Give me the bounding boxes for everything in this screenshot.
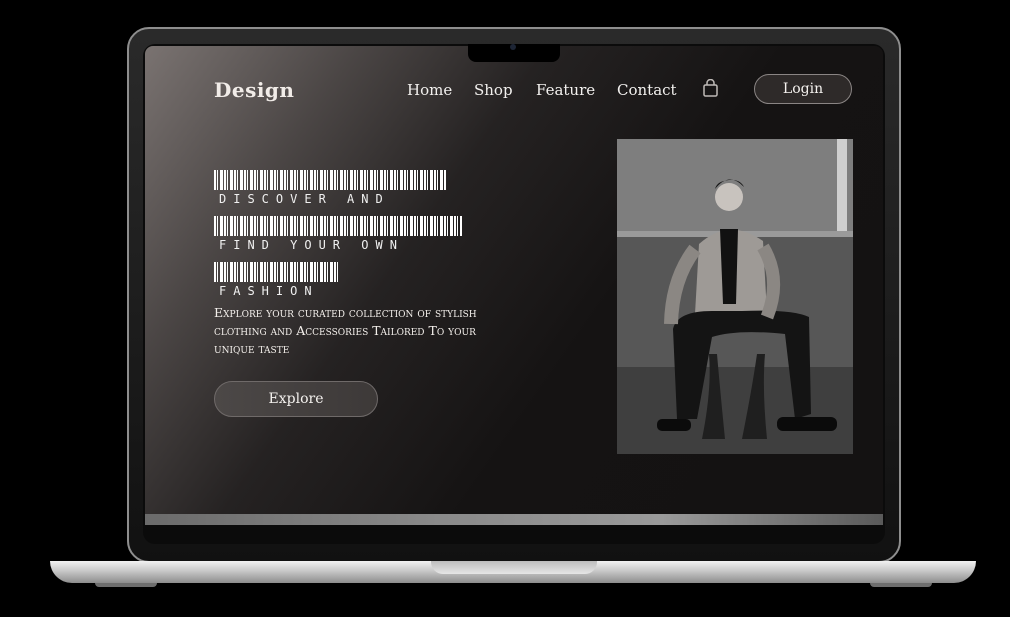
hero-line-1: DISCOVER AND [219,192,390,206]
barcode-graphic-2 [214,216,462,236]
hero-description: Explore your curated collection of styli… [214,305,477,356]
barcode-graphic-3 [214,262,338,282]
nav-feature[interactable]: Feature [536,81,595,99]
laptop-foot-right [870,583,932,587]
explore-button[interactable]: Explore [214,381,378,417]
screen-bottom-bar [145,514,883,525]
site-logo[interactable]: Design [214,78,294,102]
nav-home[interactable]: Home [407,81,452,99]
barcode-graphic-1 [214,170,446,190]
hero-line-3: FASHION [219,284,319,298]
nav-contact[interactable]: Contact [617,81,677,99]
camera-icon [510,44,516,50]
laptop-opening-notch [431,561,597,574]
hero-line-2: FIND YOUR OWN [219,238,404,252]
nav-shop[interactable]: Shop [474,81,513,99]
website-screen: Design Home Shop Feature Contact Login D… [145,46,883,514]
shopping-bag-icon[interactable] [703,79,718,97]
camera-notch [468,44,560,62]
laptop-foot-left [95,583,157,587]
hero-model-photo [617,139,853,454]
login-button[interactable]: Login [754,74,852,104]
